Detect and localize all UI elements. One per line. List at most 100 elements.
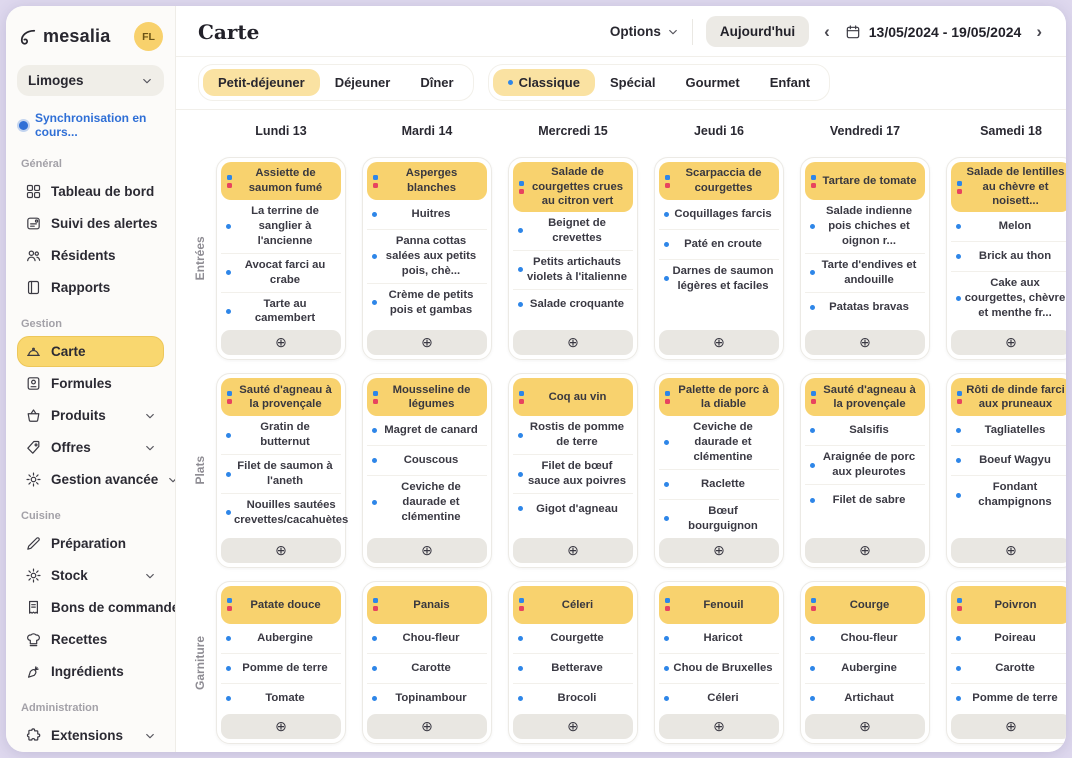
dish-item[interactable]: Darnes de saumon légères et faciles bbox=[659, 260, 779, 298]
dish-item[interactable]: Gratin de butternut bbox=[221, 416, 341, 455]
sidebar-item-extensions[interactable]: Extensions bbox=[17, 720, 164, 751]
dish-item[interactable]: Araignée de porc aux pleurotes bbox=[805, 446, 925, 485]
dish-item[interactable]: Bœuf bourguignon bbox=[659, 500, 779, 538]
dish-item[interactable]: Pomme de terre bbox=[221, 654, 341, 684]
sidebar-item-offres[interactable]: Offres bbox=[17, 432, 164, 463]
dish-item[interactable]: Rostis de pomme de terre bbox=[513, 416, 633, 455]
dish-item[interactable]: Chou de Bruxelles bbox=[659, 654, 779, 684]
sidebar-item-residents[interactable]: Résidents bbox=[17, 240, 164, 271]
featured-dish[interactable]: Sauté d'agneau à la provençale bbox=[221, 378, 341, 416]
sidebar-item-preparation[interactable]: Préparation bbox=[17, 528, 164, 559]
dish-item[interactable]: Carotte bbox=[951, 654, 1066, 684]
sidebar-item-recettes[interactable]: Recettes bbox=[17, 624, 164, 655]
sidebar-item-tableau-de-bord[interactable]: Tableau de bord bbox=[17, 176, 164, 207]
add-dish-button[interactable]: ⊕ bbox=[367, 714, 487, 739]
dish-item[interactable]: Topinambour bbox=[367, 684, 487, 714]
featured-dish[interactable]: Courge bbox=[805, 586, 925, 624]
dish-item[interactable]: Céleri bbox=[659, 684, 779, 714]
dish-item[interactable]: Ceviche de daurade et clémentine bbox=[659, 416, 779, 470]
dish-item[interactable]: Haricot bbox=[659, 624, 779, 654]
dish-item[interactable]: Courgette bbox=[513, 624, 633, 654]
dish-item[interactable]: Artichaut bbox=[805, 684, 925, 714]
featured-dish[interactable]: Asperges blanches bbox=[367, 162, 487, 200]
featured-dish[interactable]: Scarpaccia de courgettes bbox=[659, 162, 779, 200]
featured-dish[interactable]: Rôti de dinde farci aux pruneaux bbox=[951, 378, 1066, 416]
dish-item[interactable]: Huitres bbox=[367, 200, 487, 230]
dish-item[interactable]: Salade indienne pois chiches et oignon r… bbox=[805, 200, 925, 254]
dish-item[interactable]: La terrine de sanglier à l'ancienne bbox=[221, 200, 341, 254]
date-range-picker[interactable]: 13/05/2024 - 19/05/2024 bbox=[845, 24, 1022, 40]
dish-item[interactable]: Tomate bbox=[221, 684, 341, 714]
dish-item[interactable]: Beignet de crevettes bbox=[513, 212, 633, 251]
add-dish-button[interactable]: ⊕ bbox=[367, 538, 487, 563]
dish-item[interactable]: Filet de saumon à l'aneth bbox=[221, 455, 341, 494]
tab-classique[interactable]: Classique bbox=[493, 69, 595, 96]
dish-item[interactable]: Tagliatelles bbox=[951, 416, 1066, 446]
featured-dish[interactable]: Mousseline de légumes bbox=[367, 378, 487, 416]
dish-item[interactable]: Brick au thon bbox=[951, 242, 1066, 272]
dish-item[interactable]: Raclette bbox=[659, 470, 779, 500]
add-dish-button[interactable]: ⊕ bbox=[513, 538, 633, 563]
add-dish-button[interactable]: ⊕ bbox=[951, 330, 1066, 355]
dish-item[interactable]: Brocoli bbox=[513, 684, 633, 714]
dish-item[interactable]: Salsifis bbox=[805, 416, 925, 446]
tab-diner[interactable]: Dîner bbox=[405, 69, 468, 96]
featured-dish[interactable]: Panais bbox=[367, 586, 487, 624]
featured-dish[interactable]: Céleri bbox=[513, 586, 633, 624]
dish-item[interactable]: Tarte d'endives et andouille bbox=[805, 254, 925, 293]
sidebar-item-ingredients[interactable]: Ingrédients bbox=[17, 656, 164, 687]
add-dish-button[interactable]: ⊕ bbox=[659, 714, 779, 739]
featured-dish[interactable]: Poivron bbox=[951, 586, 1066, 624]
sidebar-item-formules[interactable]: Formules bbox=[17, 368, 164, 399]
dish-item[interactable]: Coquillages farcis bbox=[659, 200, 779, 230]
sidebar-item-carte[interactable]: Carte bbox=[17, 336, 164, 367]
add-dish-button[interactable]: ⊕ bbox=[221, 714, 341, 739]
dish-item[interactable]: Nouilles sautées crevettes/cacahuètes bbox=[221, 494, 341, 532]
dish-item[interactable]: Carotte bbox=[367, 654, 487, 684]
tab-petit-dejeuner[interactable]: Petit-déjeuner bbox=[203, 69, 320, 96]
add-dish-button[interactable]: ⊕ bbox=[805, 330, 925, 355]
next-week-button[interactable]: › bbox=[1034, 23, 1044, 40]
add-dish-button[interactable]: ⊕ bbox=[659, 330, 779, 355]
dish-item[interactable]: Filet de sabre bbox=[805, 485, 925, 515]
options-dropdown[interactable]: Options bbox=[610, 24, 679, 39]
dish-item[interactable]: Salade croquante bbox=[513, 290, 633, 320]
tab-gourmet[interactable]: Gourmet bbox=[671, 69, 755, 96]
featured-dish[interactable]: Palette de porc à la diable bbox=[659, 378, 779, 416]
sidebar-item-gestion-avancee[interactable]: Gestion avancée bbox=[17, 464, 164, 495]
dish-item[interactable]: Petits artichauts violets à l'italienne bbox=[513, 251, 633, 290]
dish-item[interactable]: Pomme de terre bbox=[951, 684, 1066, 714]
dish-item[interactable]: Panna cottas salées aux petits pois, chè… bbox=[367, 230, 487, 284]
dish-item[interactable]: Patatas bravas bbox=[805, 293, 925, 323]
sidebar-item-rapports[interactable]: Rapports bbox=[17, 272, 164, 303]
featured-dish[interactable]: Sauté d'agneau à la provençale bbox=[805, 378, 925, 416]
dish-item[interactable]: Magret de canard bbox=[367, 416, 487, 446]
dish-item[interactable]: Boeuf Wagyu bbox=[951, 446, 1066, 476]
dish-item[interactable]: Betterave bbox=[513, 654, 633, 684]
dish-item[interactable]: Avocat farci au crabe bbox=[221, 254, 341, 293]
add-dish-button[interactable]: ⊕ bbox=[805, 714, 925, 739]
location-select[interactable]: Limoges bbox=[17, 65, 164, 96]
add-dish-button[interactable]: ⊕ bbox=[221, 538, 341, 563]
dish-item[interactable]: Aubergine bbox=[805, 654, 925, 684]
dish-item[interactable]: Chou-fleur bbox=[367, 624, 487, 654]
add-dish-button[interactable]: ⊕ bbox=[513, 330, 633, 355]
featured-dish[interactable]: Patate douce bbox=[221, 586, 341, 624]
sidebar-item-bons-de-commandes[interactable]: Bons de commandes bbox=[17, 592, 164, 623]
sidebar-item-stock[interactable]: Stock bbox=[17, 560, 164, 591]
add-dish-button[interactable]: ⊕ bbox=[951, 714, 1066, 739]
avatar[interactable]: FL bbox=[134, 22, 163, 51]
featured-dish[interactable]: Coq au vin bbox=[513, 378, 633, 416]
dish-item[interactable]: Gigot d'agneau bbox=[513, 494, 633, 524]
featured-dish[interactable]: Assiette de saumon fumé bbox=[221, 162, 341, 200]
dish-item[interactable]: Poireau bbox=[951, 624, 1066, 654]
dish-item[interactable]: Filet de bœuf sauce aux poivres bbox=[513, 455, 633, 494]
dish-item[interactable]: Aubergine bbox=[221, 624, 341, 654]
dish-item[interactable]: Couscous bbox=[367, 446, 487, 476]
dish-item[interactable]: Chou-fleur bbox=[805, 624, 925, 654]
dish-item[interactable]: Cake aux courgettes, chèvre et menthe fr… bbox=[951, 272, 1066, 325]
dish-item[interactable]: Crème de petits pois et gambas bbox=[367, 284, 487, 322]
add-dish-button[interactable]: ⊕ bbox=[221, 330, 341, 355]
sidebar-item-produits[interactable]: Produits bbox=[17, 400, 164, 431]
add-dish-button[interactable]: ⊕ bbox=[367, 330, 487, 355]
